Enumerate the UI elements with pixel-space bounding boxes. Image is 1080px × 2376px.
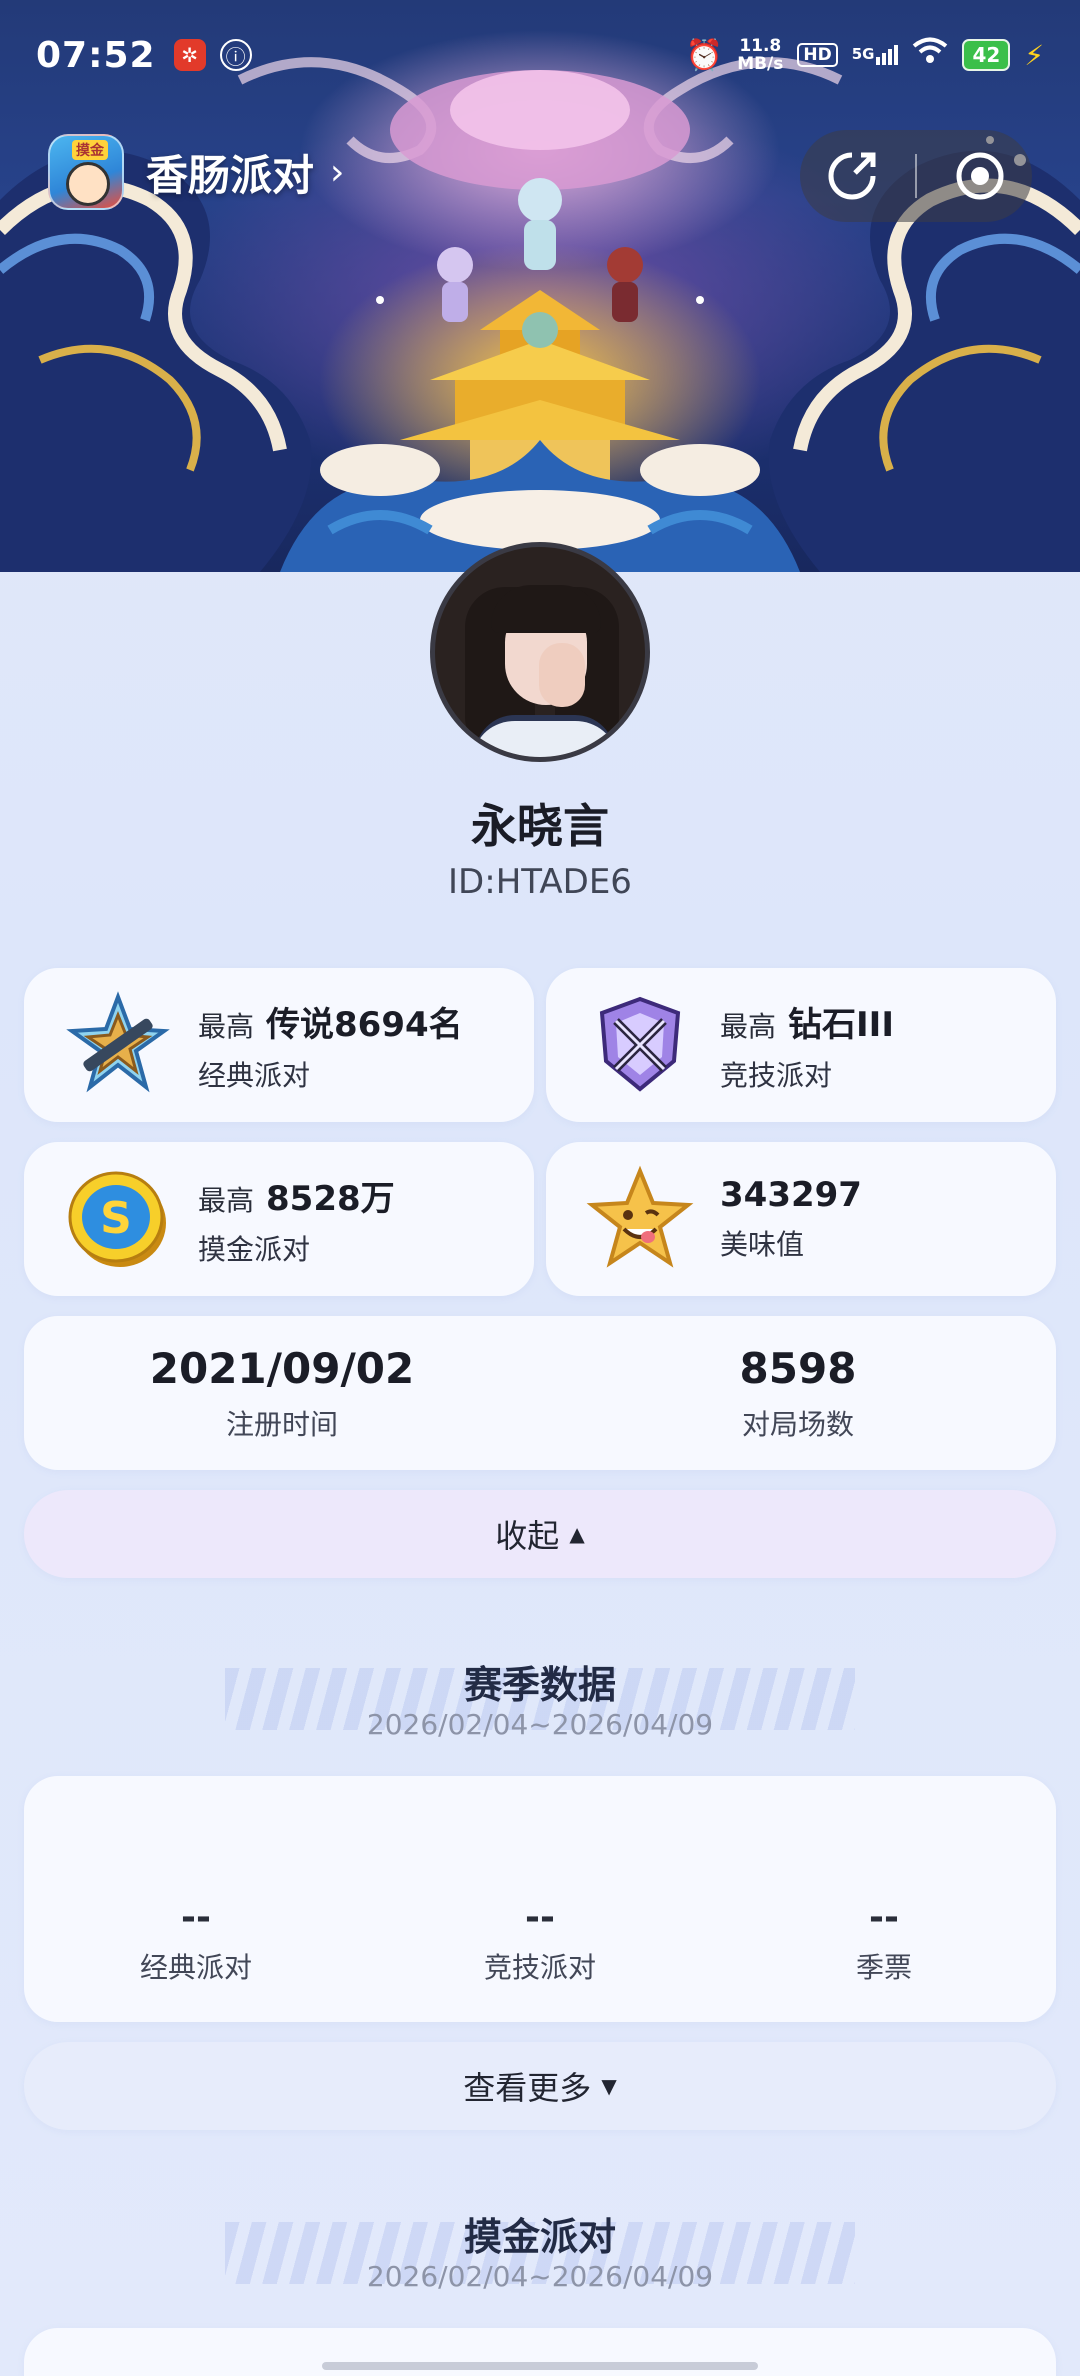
stat-value: 钻石III <box>788 1004 894 1045</box>
view-more-button[interactable]: 查看更多 ▼ <box>24 2042 1056 2130</box>
season-stats-card: -- 经典派对 -- 竞技派对 -- 季票 <box>24 1776 1056 2022</box>
record-target-icon <box>956 152 1004 200</box>
stat-label: 竞技派对 <box>720 1058 833 1092</box>
signal-type: 5G <box>851 45 875 63</box>
register-date-block: 2021/09/02 注册时间 <box>24 1344 540 1443</box>
hd-icon: HD <box>797 43 838 67</box>
battery-indicator: 42 <box>962 39 1011 71</box>
season-stat-pass: -- 季票 <box>714 1897 1055 1986</box>
stat-prefix: 最高 <box>198 1183 255 1217</box>
player-name: 永晓言 <box>471 799 609 853</box>
stat-card-classic[interactable]: 最高 传说8694名 经典派对 <box>24 968 534 1122</box>
charging-bolt-icon: ⚡ <box>1024 38 1044 72</box>
collapse-button[interactable]: 收起 ▲ <box>24 1490 1056 1578</box>
triangle-down-icon: ▼ <box>601 2074 617 2098</box>
svg-text:S: S <box>100 1193 132 1244</box>
app-logo-tag: 摸金 <box>72 140 108 160</box>
register-date-label: 注册时间 <box>225 1407 338 1441</box>
close-target-button[interactable] <box>940 136 1020 216</box>
network-speed: 11.8 MB/s <box>737 37 783 73</box>
gold-coin-icon: S <box>68 1171 166 1267</box>
hero-banner: 07:52 ✲ ⓘ ⏰ 11.8 MB/s HD 5G 42 ⚡ 摸金 香肠派对… <box>0 0 1080 572</box>
matches-block: 8598 对局场数 <box>540 1344 1056 1443</box>
app-title: 香肠派对 <box>146 150 315 200</box>
stat-value: 传说8694名 <box>266 1004 463 1045</box>
app-header[interactable]: 摸金 香肠派对 › <box>48 134 344 210</box>
season-stat-value: -- <box>181 1897 211 1938</box>
app-logo-icon: 摸金 <box>48 134 124 210</box>
register-date-value: 2021/09/02 <box>149 1343 415 1393</box>
stat-prefix: 最高 <box>198 1009 255 1043</box>
stat-card-competitive[interactable]: 最高 钻石III 竞技派对 <box>546 968 1056 1122</box>
season-date-range: 2026/02/04~2026/04/09 <box>366 1708 714 1741</box>
stat-card-tasty[interactable]: 343297 美味值 <box>546 1142 1056 1296</box>
collapse-label: 收起 <box>495 1517 560 1555</box>
season-stat-value: -- <box>869 1897 899 1938</box>
app-notification-icon: ✲ <box>173 39 206 71</box>
season-stat-label: 季票 <box>855 1951 912 1984</box>
stat-prefix: 最高 <box>720 1009 777 1043</box>
wifi-icon <box>912 37 948 73</box>
summary-card: 2021/09/02 注册时间 8598 对局场数 <box>24 1316 1056 1470</box>
stat-label: 摸金派对 <box>198 1232 311 1266</box>
share-icon <box>828 152 876 200</box>
gold-section-title: 摸金派对 <box>463 2215 616 2259</box>
stat-label: 美味值 <box>720 1228 805 1261</box>
matches-label: 对局场数 <box>741 1407 854 1441</box>
avatar[interactable] <box>430 542 650 762</box>
gold-date-range: 2026/02/04~2026/04/09 <box>366 2260 714 2293</box>
chevron-right-icon: › <box>330 151 345 193</box>
alarm-icon: ⏰ <box>685 37 724 73</box>
stat-card-gold[interactable]: S 最高 8528万 摸金派对 <box>24 1142 534 1296</box>
data-usage-icon: ⓘ <box>219 39 252 71</box>
season-stat-classic: -- 经典派对 <box>26 1897 367 1986</box>
matches-value: 8598 <box>739 1343 857 1393</box>
signal-icon: 5G <box>852 45 899 65</box>
view-more-label: 查看更多 <box>463 2069 592 2107</box>
triangle-up-icon: ▲ <box>569 1522 585 1546</box>
share-button[interactable] <box>812 136 892 216</box>
stat-value: 8528万 <box>266 1178 395 1219</box>
status-time: 07:52 <box>36 34 156 76</box>
season-stat-label: 竞技派对 <box>483 1951 596 1984</box>
season-stat-label: 经典派对 <box>139 1951 252 1984</box>
home-indicator[interactable] <box>322 2362 758 2370</box>
smiley-star-icon <box>586 1165 694 1268</box>
status-bar: 07:52 ✲ ⓘ ⏰ 11.8 MB/s HD 5G 42 ⚡ <box>0 0 1080 110</box>
stat-label: 经典派对 <box>198 1058 311 1092</box>
diamond-shield-icon <box>599 996 681 1092</box>
player-id: ID:HTADE6 <box>448 862 632 902</box>
network-speed-unit: MB/s <box>737 54 784 74</box>
network-speed-value: 11.8 <box>739 36 782 56</box>
stat-value: 343297 <box>720 1175 862 1215</box>
star-rank-badge-icon <box>66 991 170 1093</box>
mini-program-capsule <box>800 130 1032 222</box>
season-section-title: 赛季数据 <box>463 1663 616 1707</box>
season-stat-value: -- <box>525 1897 555 1938</box>
season-stat-competitive: -- 竞技派对 <box>370 1897 711 1986</box>
